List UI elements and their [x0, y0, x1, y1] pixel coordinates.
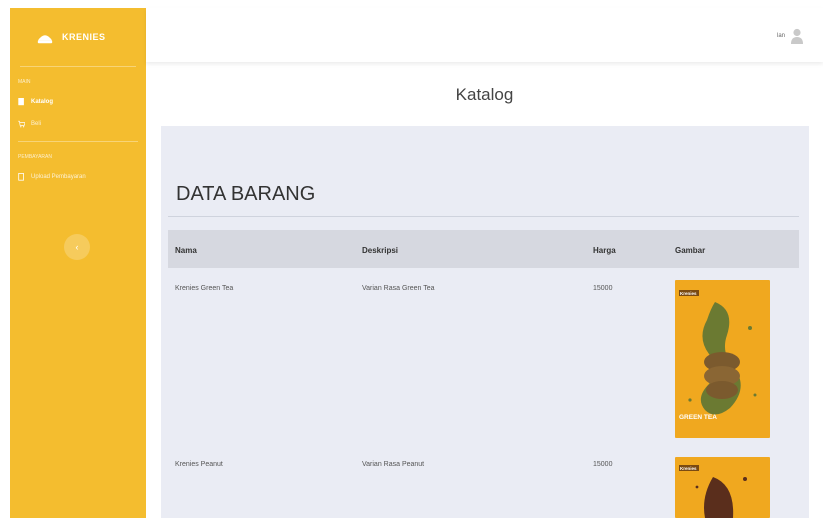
table-row: Krenies Green Tea Varian Rasa Green Tea … [168, 280, 799, 455]
document-icon [18, 98, 24, 106]
cell-nama: Krenies Peanut [175, 461, 223, 468]
upload-icon [18, 173, 24, 181]
data-barang-card: DATA BARANG Nama Deskripsi Harga Gambar … [161, 126, 809, 518]
product-image-green-tea[interactable]: Krenies GREEN TEA [675, 280, 770, 438]
cell-deskripsi: Varian Rasa Peanut [362, 461, 425, 468]
poster-brand: Krenies [680, 466, 697, 471]
sidebar-divider [18, 141, 138, 142]
sidebar-toggle-button[interactable]: ‹ [64, 234, 90, 260]
poster-label: GREEN TEA [679, 414, 717, 421]
topbar: lan [146, 8, 823, 62]
sidebar-item-label: Katalog [31, 99, 54, 105]
cell-nama: Krenies Green Tea [175, 285, 234, 292]
brand[interactable]: KRENIES [10, 8, 146, 66]
sidebar-section-pembayaran: PEMBAYARAN [18, 154, 52, 160]
cell-deskripsi: Varian Rasa Green Tea [362, 285, 435, 292]
card-divider [168, 216, 799, 217]
column-header-gambar[interactable]: Gambar [675, 246, 705, 255]
sidebar-section-main: MAIN [18, 79, 31, 85]
table-header: Nama Deskripsi Harga Gambar [168, 230, 799, 268]
page-title: Katalog [455, 85, 514, 104]
brand-logo-icon [37, 35, 53, 44]
card-title: DATA BARANG [176, 183, 316, 205]
column-header-nama[interactable]: Nama [175, 246, 197, 255]
cart-icon [18, 120, 25, 128]
table-row: Krenies Peanut Varian Rasa Peanut 15000 … [168, 457, 799, 518]
sidebar-item-beli[interactable]: Beli [10, 113, 146, 135]
user-name[interactable]: lan [777, 33, 785, 39]
sidebar: KRENIES MAIN Katalog Beli PEMBAYARAN Upl… [10, 8, 146, 518]
user-avatar-icon[interactable] [791, 28, 803, 44]
poster-brand: Krenies [680, 291, 697, 296]
sidebar-item-katalog[interactable]: Katalog [10, 91, 146, 113]
cell-harga: 15000 [593, 461, 613, 468]
product-image-peanut[interactable]: Krenies [675, 457, 770, 518]
sidebar-item-upload-pembayaran[interactable]: Upload Pembayaran [10, 166, 146, 188]
sidebar-item-label: Beli [31, 121, 42, 127]
column-header-deskripsi[interactable]: Deskripsi [362, 246, 398, 255]
column-header-harga[interactable]: Harga [593, 246, 616, 255]
brand-name: KRENIES [62, 32, 106, 42]
cell-harga: 15000 [593, 285, 613, 292]
sidebar-item-label: Upload Pembayaran [31, 174, 86, 180]
chevron-left-icon: ‹ [75, 242, 79, 252]
